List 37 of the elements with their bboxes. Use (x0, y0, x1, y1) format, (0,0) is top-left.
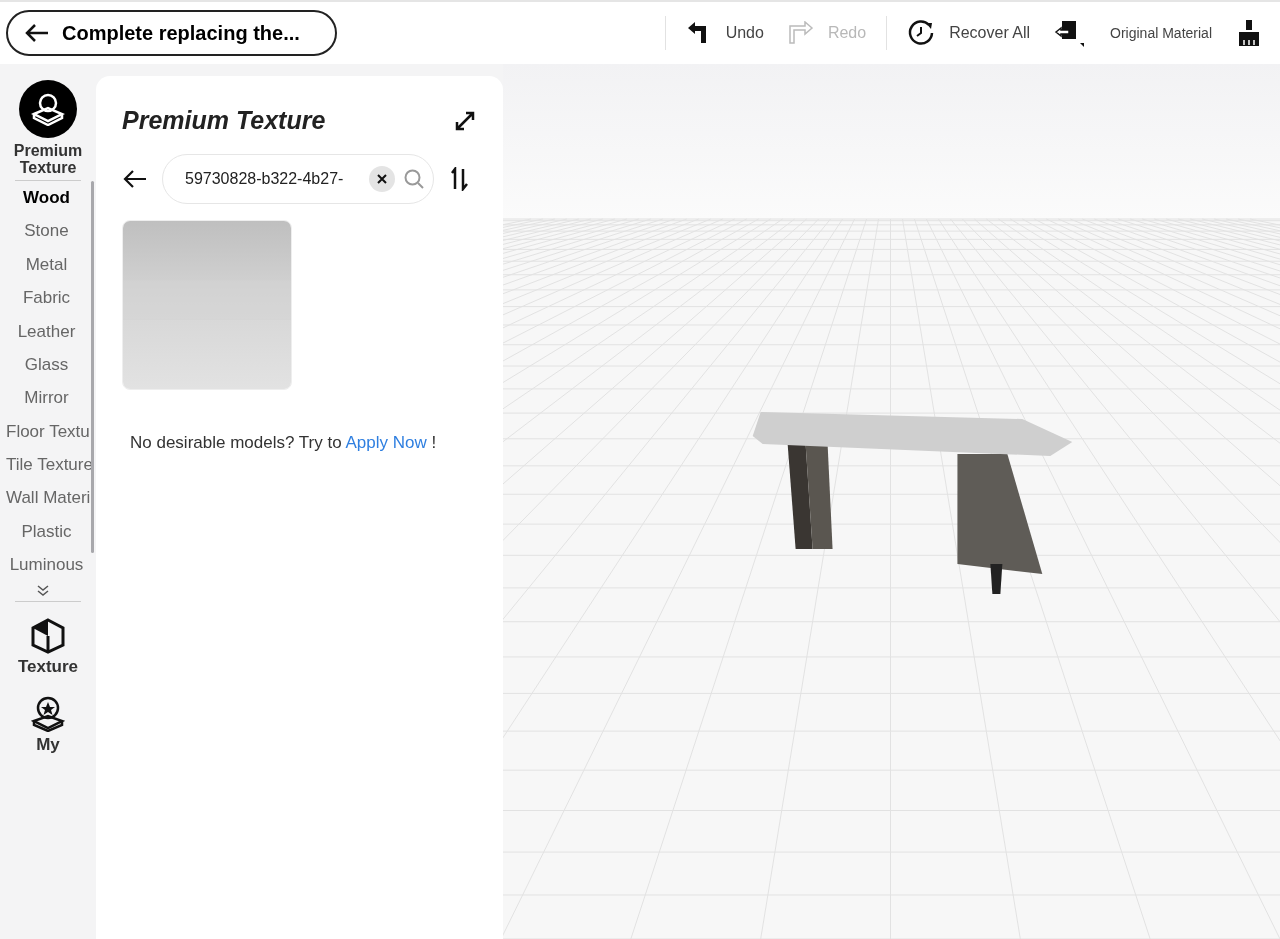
category-item[interactable]: Leather (0, 314, 93, 348)
category-item[interactable]: Metal (0, 247, 93, 282)
apply-now-link[interactable]: Apply Now (345, 432, 427, 452)
back-arrow-icon (24, 23, 50, 43)
category-item[interactable]: Wood (0, 181, 93, 215)
category-item[interactable]: Plastic (0, 514, 93, 549)
category-item[interactable]: Tile Texture (0, 448, 93, 482)
hint-text: No desirable models? Try to Apply Now ! (130, 431, 438, 454)
category-item[interactable]: Mirror (0, 381, 93, 415)
cube-icon (31, 618, 65, 654)
category-item[interactable]: Luminous (0, 548, 93, 582)
clock-refresh-icon (907, 19, 936, 47)
toolbar-button[interactable]: Recover All (895, 13, 1043, 53)
category-item[interactable]: Stone (0, 214, 93, 248)
category-item[interactable]: Floor Textu (0, 414, 93, 449)
sidebar-label[interactable]: Texture (17, 654, 79, 680)
search-icon[interactable] (403, 167, 425, 190)
sidebar-label[interactable]: Premium Texture (8, 142, 88, 176)
toolbar-button[interactable]: Undo (673, 13, 776, 53)
chevron-down-icon (36, 585, 50, 597)
star-stamp-icon (31, 695, 65, 732)
brush-icon (1236, 19, 1262, 47)
category-item[interactable]: Glass (0, 347, 93, 382)
back-arrow-icon[interactable] (122, 168, 148, 189)
back-button[interactable]: Complete replacing the... (6, 10, 337, 56)
search-field[interactable]: 59730828-b322-4b27- (162, 153, 434, 204)
panel-title: Premium Texture (122, 105, 326, 136)
clear-icon[interactable] (369, 165, 395, 192)
category-item[interactable]: Wall Materi (0, 481, 93, 515)
search-input[interactable]: 59730828-b322-4b27- (185, 166, 361, 191)
sidebar-label[interactable]: My (36, 731, 60, 757)
category-item[interactable]: Fabric (0, 281, 93, 315)
premium-texture-icon[interactable] (19, 80, 77, 138)
toolbar-button[interactable]: Original Material (1042, 13, 1224, 53)
material-swap-icon (1054, 19, 1085, 47)
redo-arrow-icon (787, 21, 814, 45)
sort-icon[interactable] (448, 166, 470, 191)
